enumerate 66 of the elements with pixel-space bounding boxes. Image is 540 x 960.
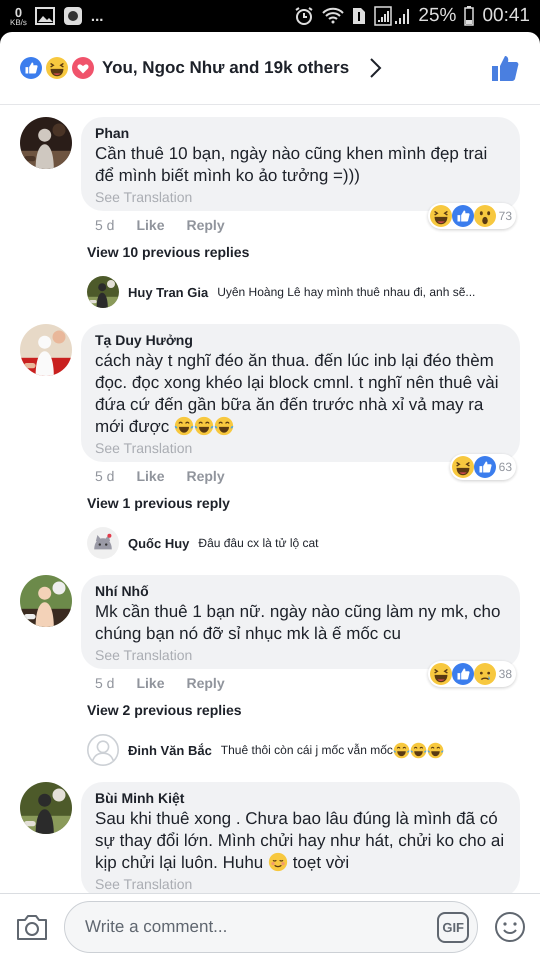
- tears-of-joy-emoji-icon: [426, 742, 444, 758]
- sim-card-icon: [352, 7, 366, 25]
- comment-time: 5 d: [95, 468, 114, 484]
- like-link[interactable]: Like: [136, 675, 164, 691]
- heart-reaction-icon: [72, 57, 94, 79]
- tears-of-joy-emoji-icon: [174, 416, 194, 436]
- tears-of-joy-emoji-icon: [410, 742, 427, 758]
- reply-text: Đâu đâu cx là tử lộ cat: [198, 536, 318, 550]
- tears-of-joy-emoji-icon: [214, 416, 234, 436]
- reply-author[interactable]: Đinh Văn Bắc: [128, 742, 212, 758]
- smiley-icon[interactable]: [494, 911, 526, 943]
- reply-link[interactable]: Reply: [186, 217, 225, 233]
- comment-text: Mk cần thuê 1 bạn nữ. ngày nào cũng làm ny mk, cho chúng bạn nó đỡ sỉ nhục mk là ế mốc cu: [95, 601, 502, 645]
- reply-text: Uyên Hoàng Lê hay mình thuê nhau đi, anh sẽ...: [217, 285, 476, 299]
- reply-link[interactable]: Reply: [186, 675, 225, 691]
- default-avatar-icon: [87, 734, 119, 766]
- thumbs-up-icon[interactable]: [490, 54, 520, 82]
- laughing-reaction-icon: [452, 456, 474, 478]
- camera-icon[interactable]: [16, 913, 48, 941]
- commenter-name[interactable]: Phan: [95, 125, 506, 141]
- comment-text: cách này t nghĩ đéo ăn thua. đến lúc inb lại đéo thèm đọc. đọc xong khéo lại block cmnl. t nghĩ nên thuê vài đứa cứ đến gần bữa ăn đến trước nhà xỉ vả may ra mới được: [95, 350, 500, 438]
- alarm-icon: [294, 6, 314, 26]
- commenter-name[interactable]: Bùi Minh Kiệt: [95, 790, 506, 806]
- view-replies-link[interactable]: View 10 previous replies: [81, 236, 250, 260]
- battery-icon: [464, 6, 474, 26]
- reaction-summary[interactable]: 38: [428, 661, 516, 687]
- crying-reaction-icon: [474, 663, 496, 685]
- cat-avatar-icon: [87, 527, 119, 559]
- commenter-name[interactable]: Nhí Nhố: [95, 583, 506, 599]
- tears-of-joy-emoji-icon: [392, 742, 410, 758]
- commenter-name[interactable]: Tạ Duy Hưởng: [95, 332, 506, 348]
- laughing-reaction-icon: [430, 663, 452, 685]
- app-notification-icon: [62, 6, 83, 26]
- view-replies-link[interactable]: View 1 previous reply: [81, 487, 230, 511]
- reply-link[interactable]: Reply: [186, 468, 225, 484]
- reply-author[interactable]: Huy Tran Gia: [128, 284, 208, 300]
- comment-text: Sau khi thuê xong . Chưa bao lâu đúng là mình đã có sự thay đổi lớn. Mình chửi hay như hát, chửi ko cho ai kịp chửi lại luôn. Huhu toẹt vời: [95, 808, 506, 874]
- laughing-reaction-icon: [430, 205, 452, 227]
- comment-time: 5 d: [95, 675, 114, 691]
- reactions-summary[interactable]: You, Ngoc Như and 19k others: [102, 58, 350, 78]
- like-link[interactable]: Like: [136, 468, 164, 484]
- like-reaction-icon: [474, 456, 496, 478]
- reaction-summary[interactable]: 73: [428, 203, 516, 229]
- tears-of-joy-emoji-icon: [194, 416, 214, 436]
- comment-input[interactable]: Write a comment... GIF: [64, 901, 478, 953]
- like-link[interactable]: Like: [136, 217, 164, 233]
- wifi-icon: [322, 7, 344, 25]
- gif-button[interactable]: GIF: [437, 912, 469, 942]
- like-reaction-icon: [452, 663, 474, 685]
- like-reaction-icon: [452, 205, 474, 227]
- like-reaction-icon: [20, 57, 42, 79]
- network-speed: 0 KB/s: [10, 6, 27, 26]
- laughing-reaction-icon: [46, 57, 68, 79]
- comment-text: Cần thuê 10 bạn, ngày nào cũng khen mình đẹp trai để mình biết mình ko ảo tưởng =))): [95, 143, 488, 187]
- comment-time: 5 d: [95, 217, 114, 233]
- surprised-reaction-icon: [474, 205, 496, 227]
- gallery-notification-icon: [34, 7, 55, 25]
- reply-author[interactable]: Quốc Huy: [128, 536, 190, 550]
- reaction-summary[interactable]: 63: [450, 454, 516, 480]
- reply-text: Thuê thôi còn cái j mốc vẫn mốc: [220, 742, 444, 758]
- view-replies-link[interactable]: View 2 previous replies: [81, 694, 242, 718]
- relieved-emoji-icon: [268, 852, 288, 872]
- battery-percent: 25%: [418, 5, 456, 27]
- more-notifications: ...: [90, 8, 104, 24]
- signal-icon: [374, 6, 410, 26]
- clock: 00:41: [482, 5, 530, 27]
